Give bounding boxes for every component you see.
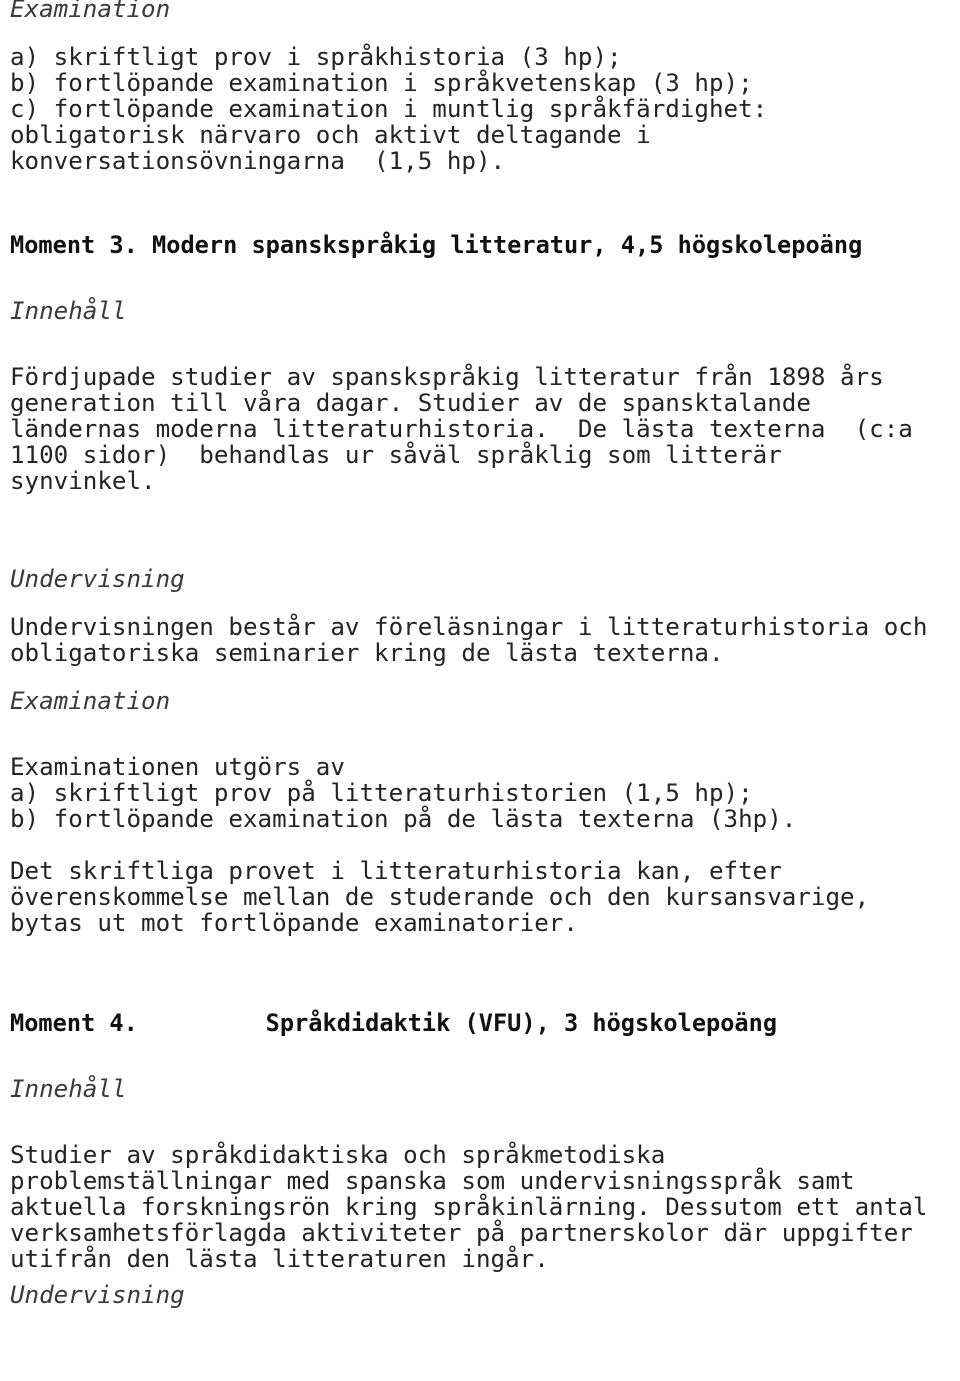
paragraph-line: ländernas moderna litteraturhistoria. De… [10, 415, 913, 443]
section-heading-innehall: Innehåll [10, 297, 127, 325]
section-heading-undervisning: Undervisning [10, 1281, 185, 1309]
section-heading-undervisning: Undervisning [10, 565, 185, 593]
section-heading-examination: Examination [10, 0, 171, 23]
paragraph-line: b) fortlöpande examination på de lästa t… [10, 805, 797, 833]
document-body: Examination a) skriftligt prov i språkhi… [10, 0, 960, 1308]
paragraph-line: obligatorisk närvaro och aktivt deltagan… [10, 121, 651, 149]
paragraph-line: b) fortlöpande examination i språkvetens… [10, 69, 753, 97]
paragraph-line: generation till våra dagar. Studier av d… [10, 389, 811, 417]
paragraph-line: obligatoriska seminarier kring de lästa … [10, 639, 724, 667]
paragraph-line: synvinkel. [10, 467, 156, 495]
document-page: Examination a) skriftligt prov i språkhi… [0, 0, 960, 1381]
paragraph-line: utifrån den lästa litteraturen ingår. [10, 1245, 549, 1273]
paragraph-line: a) skriftligt prov på litteraturhistorie… [10, 779, 753, 807]
paragraph-line: Undervisningen består av föreläsningar i… [10, 613, 928, 641]
paragraph-line: konversationsövningarna (1,5 hp). [10, 147, 506, 175]
paragraph-line: c) fortlöpande examination i muntlig spr… [10, 95, 768, 123]
section-heading-innehall: Innehåll [10, 1075, 127, 1103]
paragraph-line: Det skriftliga provet i litteraturhistor… [10, 857, 782, 885]
paragraph-line: Studier av språkdidaktiska och språkmeto… [10, 1141, 666, 1169]
paragraph-line: aktuella forskningsrön kring språkinlärn… [10, 1193, 928, 1221]
moment-heading-4: Moment 4. Språkdidaktik (VFU), 3 högskol… [10, 1009, 778, 1037]
paragraph-line: bytas ut mot fortlöpande examinatorier. [10, 909, 578, 937]
paragraph-line: Fördjupade studier av spanskspråkig litt… [10, 363, 884, 391]
paragraph-line: problemställningar med spanska som under… [10, 1167, 855, 1195]
paragraph-line: 1100 sidor) behandlas ur såväl språklig … [10, 441, 782, 469]
paragraph-line: överenskommelse mellan de studerande och… [10, 883, 870, 911]
moment-heading-3: Moment 3. Modern spanskspråkig litteratu… [10, 231, 863, 259]
paragraph-line: verksamhetsförlagda aktiviteter på partn… [10, 1219, 913, 1247]
section-heading-examination: Examination [10, 687, 171, 715]
paragraph-line: a) skriftligt prov i språkhistoria (3 hp… [10, 43, 622, 71]
paragraph-line: Examinationen utgörs av [10, 753, 345, 781]
